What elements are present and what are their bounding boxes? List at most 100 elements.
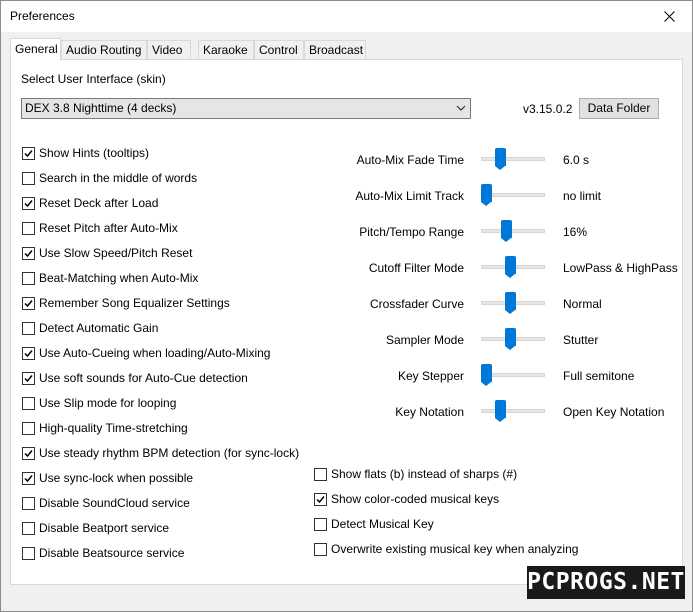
slider-label: Pitch/Tempo Range	[359, 225, 464, 239]
slider-value: Open Key Notation	[563, 405, 665, 419]
checkbox-label: Detect Musical Key	[331, 517, 434, 531]
checkbox[interactable]	[314, 517, 327, 531]
tab-audio-routing[interactable]: Audio Routing	[61, 40, 147, 60]
checkbox-label: Use soft sounds for Auto-Cue detection	[39, 371, 248, 385]
checkbox-row[interactable]: Use soft sounds for Auto-Cue detection	[22, 370, 248, 386]
checkbox[interactable]	[22, 246, 35, 260]
checkbox-row[interactable]: Show color-coded musical keys	[314, 491, 499, 507]
checkbox-label: Beat-Matching when Auto-Mix	[39, 271, 199, 285]
slider-label: Key Notation	[395, 405, 464, 419]
slider-thumb[interactable]	[495, 400, 507, 422]
watermark-logo: PCPROGS.NET	[527, 566, 685, 599]
checkbox[interactable]	[314, 542, 327, 556]
checkbox-row[interactable]: Disable Beatsource service	[22, 545, 184, 561]
checkmark-icon	[24, 149, 33, 157]
data-folder-button[interactable]: Data Folder	[579, 98, 659, 119]
checkbox-row[interactable]: Disable Beatport service	[22, 520, 169, 536]
slider-label: Auto-Mix Fade Time	[356, 153, 464, 167]
skin-select[interactable]: DEX 3.8 Nighttime (4 decks)	[21, 98, 471, 119]
slider-label: Auto-Mix Limit Track	[355, 189, 464, 203]
checkbox-row[interactable]: Detect Musical Key	[314, 516, 434, 532]
checkbox-row[interactable]: Use Slow Speed/Pitch Reset	[22, 245, 192, 261]
slider-thumb[interactable]	[481, 184, 492, 206]
checkbox[interactable]	[314, 492, 327, 506]
checkbox-label: Show color-coded musical keys	[331, 492, 500, 506]
checkbox-label: Show Hints (tooltips)	[39, 146, 150, 160]
title-bar: Preferences	[1, 1, 692, 32]
checkbox[interactable]	[314, 467, 327, 481]
checkbox[interactable]	[22, 421, 35, 435]
checkbox-row[interactable]: Remember Song Equalizer Settings	[22, 295, 230, 311]
slider-value: LowPass & HighPass	[563, 261, 678, 275]
skin-selected-value: DEX 3.8 Nighttime (4 decks)	[25, 101, 177, 115]
checkbox-label: Reset Pitch after Auto-Mix	[39, 221, 178, 235]
checkbox[interactable]	[22, 221, 35, 235]
slider-label: Sampler Mode	[385, 333, 464, 347]
checkbox[interactable]	[22, 396, 35, 410]
checkbox-row[interactable]: Overwrite existing musical key when anal…	[314, 541, 578, 557]
checkbox-row[interactable]: Use steady rhythm BPM detection (for syn…	[22, 445, 299, 461]
checkbox-row[interactable]: Reset Pitch after Auto-Mix	[22, 220, 178, 236]
checkbox[interactable]	[22, 496, 35, 510]
checkbox-row[interactable]: Use Auto-Cueing when loading/Auto-Mixing	[22, 345, 270, 361]
slider-track[interactable]	[481, 157, 545, 161]
checkbox-label: Search in the middle of words	[39, 171, 198, 185]
checkbox-label: Remember Song Equalizer Settings	[39, 296, 230, 310]
checkbox[interactable]	[22, 296, 35, 310]
checkbox[interactable]	[22, 471, 35, 485]
checkbox[interactable]	[22, 371, 35, 385]
checkbox-row[interactable]: Beat-Matching when Auto-Mix	[22, 270, 198, 286]
tab-control[interactable]: Control	[254, 40, 304, 60]
slider-label: Crossfader Curve	[369, 297, 464, 311]
slider-value: Full semitone	[563, 369, 635, 383]
preferences-window: Preferences General Audio Routing Video …	[0, 0, 693, 612]
slider-thumb[interactable]	[495, 148, 507, 170]
checkbox-row[interactable]: Use Slip mode for looping	[22, 395, 176, 411]
checkbox[interactable]	[22, 346, 35, 360]
slider-thumb[interactable]	[505, 328, 517, 350]
checkbox-label: Disable Beatport service	[39, 521, 170, 535]
tab-video[interactable]: Video	[147, 40, 191, 60]
checkbox-row[interactable]: Use sync-lock when possible	[22, 470, 193, 486]
checkmark-icon	[24, 349, 33, 357]
checkbox-label: Use Slow Speed/Pitch Reset	[39, 246, 193, 260]
checkbox[interactable]	[22, 321, 35, 335]
general-panel: Select User Interface (skin) DEX 3.8 Nig…	[10, 59, 683, 585]
slider-value: 16%	[563, 225, 588, 239]
checkbox[interactable]	[22, 146, 35, 160]
slider-thumb[interactable]	[501, 220, 513, 242]
checkbox[interactable]	[22, 546, 35, 560]
checkbox[interactable]	[22, 446, 35, 460]
checkmark-icon	[24, 474, 33, 482]
slider-value: 6.0 s	[563, 153, 590, 167]
close-button[interactable]	[646, 1, 692, 32]
checkmark-icon	[24, 449, 33, 457]
tab-karaoke[interactable]: Karaoke	[198, 40, 254, 60]
checkbox-row[interactable]: Show flats (b) instead of sharps (#)	[314, 466, 517, 482]
checkbox-row[interactable]: Detect Automatic Gain	[22, 320, 158, 336]
checkbox[interactable]	[22, 196, 35, 210]
tab-broadcast[interactable]: Broadcast	[304, 40, 366, 60]
checkbox-row[interactable]: High-quality Time-stretching	[22, 420, 188, 436]
close-icon	[663, 11, 675, 22]
slider-thumb[interactable]	[481, 364, 492, 386]
tab-general[interactable]: General	[10, 38, 61, 61]
slider-thumb[interactable]	[505, 256, 517, 278]
checkbox-row[interactable]: Show Hints (tooltips)	[22, 145, 149, 161]
slider-track[interactable]	[481, 229, 545, 233]
checkbox-row[interactable]: Reset Deck after Load	[22, 195, 158, 211]
skin-label: Select User Interface (skin)	[21, 72, 166, 86]
checkbox-row[interactable]: Disable SoundCloud service	[22, 495, 190, 511]
checkbox-label: Detect Automatic Gain	[39, 321, 159, 335]
slider-thumb[interactable]	[505, 292, 517, 314]
chevron-down-icon	[456, 105, 466, 111]
checkbox[interactable]	[22, 171, 35, 185]
slider-label: Key Stepper	[397, 369, 464, 383]
slider-track[interactable]	[481, 409, 545, 413]
checkbox-label: Reset Deck after Load	[39, 196, 159, 210]
checkbox[interactable]	[22, 271, 35, 285]
slider-value: Stutter	[563, 333, 599, 347]
window-title: Preferences	[10, 9, 75, 23]
checkbox[interactable]	[22, 521, 35, 535]
checkbox-row[interactable]: Search in the middle of words	[22, 170, 197, 186]
